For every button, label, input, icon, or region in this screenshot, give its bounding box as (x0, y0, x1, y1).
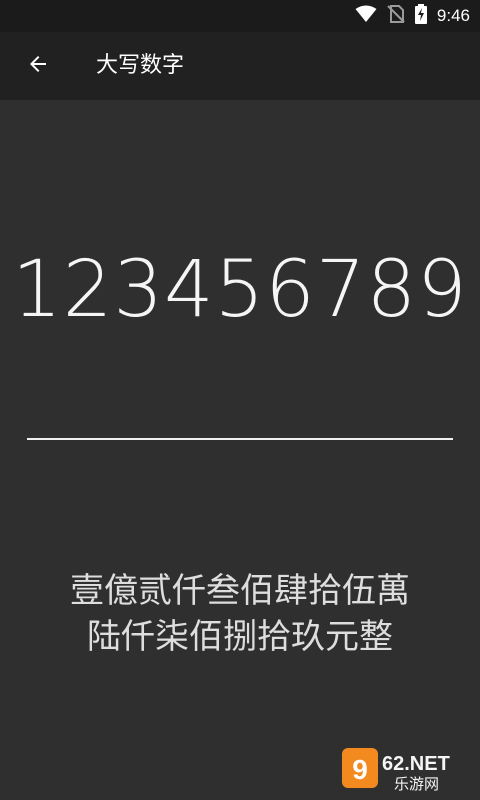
wifi-icon (355, 5, 377, 27)
status-bar: 9:46 (0, 0, 480, 32)
result-line-2: 陆仟柒佰捌拾玖元整 (87, 617, 393, 657)
input-underline (27, 438, 453, 440)
page-title: 大写数字 (96, 53, 185, 78)
back-button[interactable] (14, 42, 62, 90)
arrow-left-icon (26, 52, 50, 80)
status-time: 9:46 (436, 6, 470, 25)
battery-charging-icon (414, 4, 427, 28)
status-icons: 9:46 (355, 0, 470, 32)
number-input[interactable]: 123456789 (0, 245, 480, 335)
no-sim-icon (387, 5, 405, 27)
app-bar: 大写数字 (0, 32, 480, 100)
watermark-sub: 乐游网 (394, 775, 439, 793)
watermark-logo: 9 62.NET 乐游网 (342, 746, 474, 794)
uppercase-result: 壹億贰仟叁佰肆拾伍萬 陆仟柒佰捌拾玖元整 (20, 568, 460, 660)
result-line-1: 壹億贰仟叁佰肆拾伍萬 (70, 571, 410, 611)
watermark-brand: 9 (352, 754, 368, 785)
svg-text:62.NET: 62.NET (382, 753, 450, 775)
